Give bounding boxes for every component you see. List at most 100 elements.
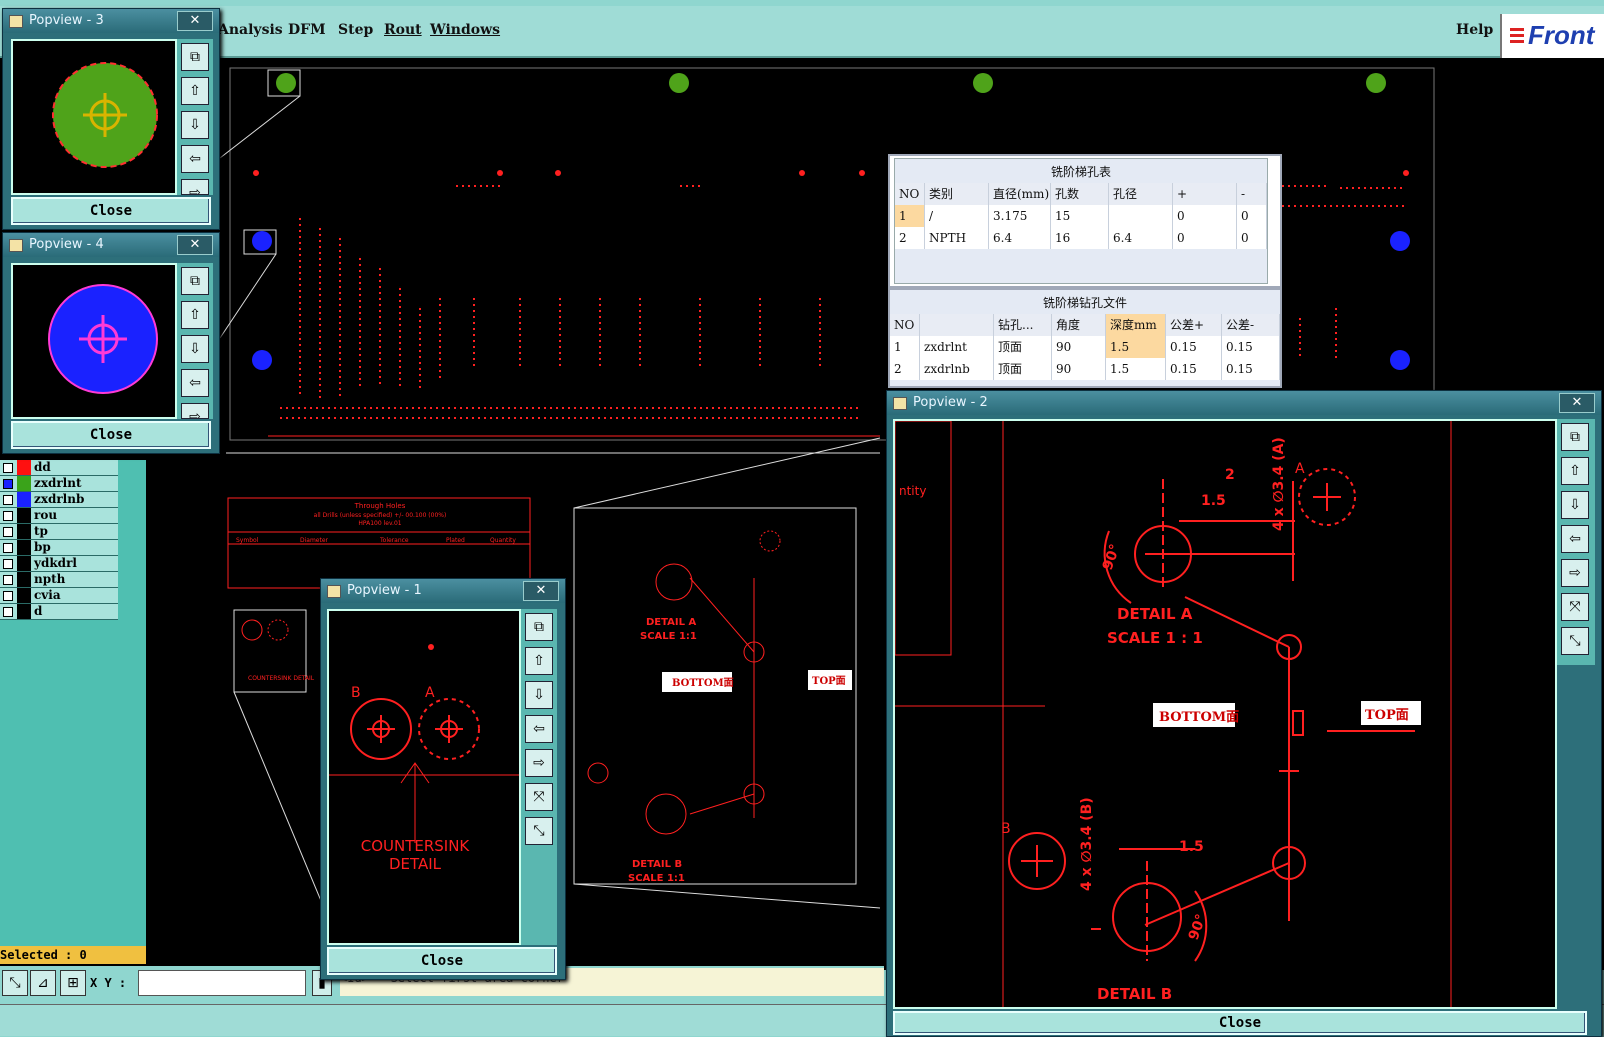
- pan-down-icon[interactable]: ⇩: [181, 335, 209, 363]
- layer-name: zxdrlnb: [34, 492, 85, 506]
- table2-header: 钻孔...: [994, 314, 1052, 336]
- popview-3-window[interactable]: Popview - 3 ✕ ⧉ ⇧ ⇩ ⇦ ⇨ Close: [2, 8, 220, 230]
- menu-rout[interactable]: Rout: [384, 22, 422, 38]
- popview-3-view[interactable]: [11, 39, 177, 195]
- layer-checkbox[interactable]: [3, 575, 13, 585]
- popview-3-titlebar[interactable]: Popview - 3 ✕: [3, 9, 219, 33]
- layer-row[interactable]: cvia: [0, 588, 118, 604]
- layer-checkbox[interactable]: [3, 527, 13, 537]
- zoom-in-icon[interactable]: ⤧: [1561, 593, 1589, 621]
- menu-windows[interactable]: Windows: [430, 22, 500, 38]
- layer-name: bp: [34, 540, 51, 554]
- table2-header: 角度: [1052, 314, 1106, 336]
- layer-row[interactable]: zxdrlnt: [0, 476, 118, 492]
- pan-up-icon[interactable]: ⇧: [181, 301, 209, 329]
- table1-header: 直径(mm): [989, 183, 1051, 205]
- pan-left-icon[interactable]: ⇦: [181, 369, 209, 397]
- menu-step[interactable]: Step: [338, 22, 373, 38]
- table2-header: 深度mm: [1106, 314, 1166, 336]
- layer-row[interactable]: bp: [0, 540, 118, 556]
- pan-left-icon[interactable]: ⇦: [181, 145, 209, 173]
- zoom-fit-icon[interactable]: ⧉: [181, 267, 209, 295]
- pan-left-icon[interactable]: ⇦: [1561, 525, 1589, 553]
- close-icon[interactable]: ✕: [1559, 393, 1595, 413]
- popview-2-window[interactable]: Popview - 2 ✕ ntity 2 1.5 1.5 90° 90° 4 …: [886, 390, 1602, 1037]
- step-hole-table-panel: 铣阶梯孔表 NO 类别 直径(mm) 孔数 孔径 + - 1 / 3.175 1…: [888, 154, 1282, 288]
- pan-down-icon[interactable]: ⇩: [1561, 491, 1589, 519]
- table-row[interactable]: 1 / 3.175 15 0 0: [895, 205, 1267, 227]
- popview-4-close-button[interactable]: Close: [11, 421, 211, 449]
- zoom-in-icon[interactable]: ⤧: [525, 783, 553, 811]
- layer-color: [17, 540, 31, 555]
- layer-row[interactable]: rou: [0, 508, 118, 524]
- menu-help[interactable]: Help: [1456, 22, 1493, 38]
- pan-up-icon[interactable]: ⇧: [181, 77, 209, 105]
- popview-4-titlebar[interactable]: Popview - 4 ✕: [3, 233, 219, 257]
- label-b: B: [351, 685, 361, 701]
- popview-1-view[interactable]: B A COUNTERSINK DETAIL: [327, 609, 521, 945]
- layer-checkbox[interactable]: [3, 543, 13, 553]
- layer-row[interactable]: tp: [0, 524, 118, 540]
- table-row[interactable]: 1 zxdrlnt 顶面 90 1.5 0.15 0.15: [890, 336, 1280, 358]
- select-tool-icon[interactable]: ⤡: [2, 970, 28, 996]
- layer-color: [17, 572, 31, 587]
- layer-checkbox[interactable]: [3, 463, 13, 473]
- table-cell: 1: [895, 205, 925, 227]
- popview-3-close-button[interactable]: Close: [11, 197, 211, 225]
- zoom-out-icon[interactable]: ⤡: [1561, 627, 1589, 655]
- zoom-fit-icon[interactable]: ⧉: [525, 613, 553, 641]
- dim-1-5-b: 1.5: [1179, 839, 1204, 855]
- layer-checkbox[interactable]: [3, 559, 13, 569]
- layer-row[interactable]: dd: [0, 460, 118, 476]
- zoom-fit-icon[interactable]: ⧉: [1561, 423, 1589, 451]
- dim-2: 2: [1225, 467, 1235, 483]
- layer-checkbox[interactable]: [3, 495, 13, 505]
- pan-right-icon[interactable]: ⇨: [181, 403, 209, 419]
- popview-4-window[interactable]: Popview - 4 ✕ ⧉ ⇧ ⇩ ⇦ ⇨ Close: [2, 232, 220, 454]
- pan-down-icon[interactable]: ⇩: [181, 111, 209, 139]
- grid-tool-icon[interactable]: ⊞: [60, 970, 86, 996]
- popview-2-titlebar[interactable]: Popview - 2 ✕: [887, 391, 1601, 415]
- menu-analysis[interactable]: Analysis: [218, 22, 283, 38]
- popview-1-close-button[interactable]: Close: [327, 947, 557, 975]
- layer-row[interactable]: zxdrlnb: [0, 492, 118, 508]
- popview-1-titlebar[interactable]: Popview - 1 ✕: [321, 579, 565, 603]
- layer-checkbox[interactable]: [3, 607, 13, 617]
- layer-name: d: [34, 604, 43, 618]
- popview-4-view[interactable]: [11, 263, 177, 419]
- table1-header: 孔数: [1051, 183, 1109, 205]
- table-row[interactable]: 2 NPTH 6.4 16 6.4 0 0: [895, 227, 1267, 249]
- close-icon[interactable]: ✕: [177, 235, 213, 255]
- zoom-fit-icon[interactable]: ⧉: [181, 43, 209, 71]
- pan-right-icon[interactable]: ⇨: [525, 749, 553, 777]
- pan-left-icon[interactable]: ⇦: [525, 715, 553, 743]
- layer-row[interactable]: ydkdrl: [0, 556, 118, 572]
- layer-checkbox[interactable]: [3, 591, 13, 601]
- popview-2-view[interactable]: ntity 2 1.5 1.5 90° 90° 4 x ∅3.4 (A) 4 x…: [893, 419, 1557, 1009]
- popview-2-close-button[interactable]: Close: [893, 1011, 1587, 1035]
- layer-row[interactable]: npth: [0, 572, 118, 588]
- pan-up-icon[interactable]: ⇧: [525, 647, 553, 675]
- pan-up-icon[interactable]: ⇧: [1561, 457, 1589, 485]
- zoom-out-icon[interactable]: ⤡: [525, 817, 553, 845]
- layer-row[interactable]: d: [0, 604, 118, 620]
- pan-down-icon[interactable]: ⇩: [525, 681, 553, 709]
- table2-caption: 铣阶梯钻孔文件: [1042, 296, 1127, 310]
- measure-tool-icon[interactable]: ⊿: [30, 970, 56, 996]
- pan-right-icon[interactable]: ⇨: [1561, 559, 1589, 587]
- window-icon: [893, 397, 907, 410]
- layer-color: [17, 604, 31, 619]
- layer-checkbox[interactable]: [3, 511, 13, 521]
- pan-right-icon[interactable]: ⇨: [181, 179, 209, 195]
- menu-dfm[interactable]: DFM: [288, 22, 326, 38]
- dim-90-a: 90°: [1100, 542, 1124, 572]
- close-icon[interactable]: ✕: [177, 11, 213, 31]
- popview-1-window[interactable]: Popview - 1 ✕ B A COUNTERSINK DETAIL ⧉ ⇧ …: [320, 578, 566, 980]
- layer-color: [17, 556, 31, 571]
- layer-checkbox[interactable]: [3, 479, 13, 489]
- table-row[interactable]: 2 zxdrlnb 顶面 90 1.5 0.15 0.15: [890, 358, 1280, 380]
- layer-color: [17, 524, 31, 539]
- frontline-logo: Front: [1500, 14, 1604, 58]
- close-icon[interactable]: ✕: [523, 581, 559, 601]
- xy-input[interactable]: [138, 970, 306, 996]
